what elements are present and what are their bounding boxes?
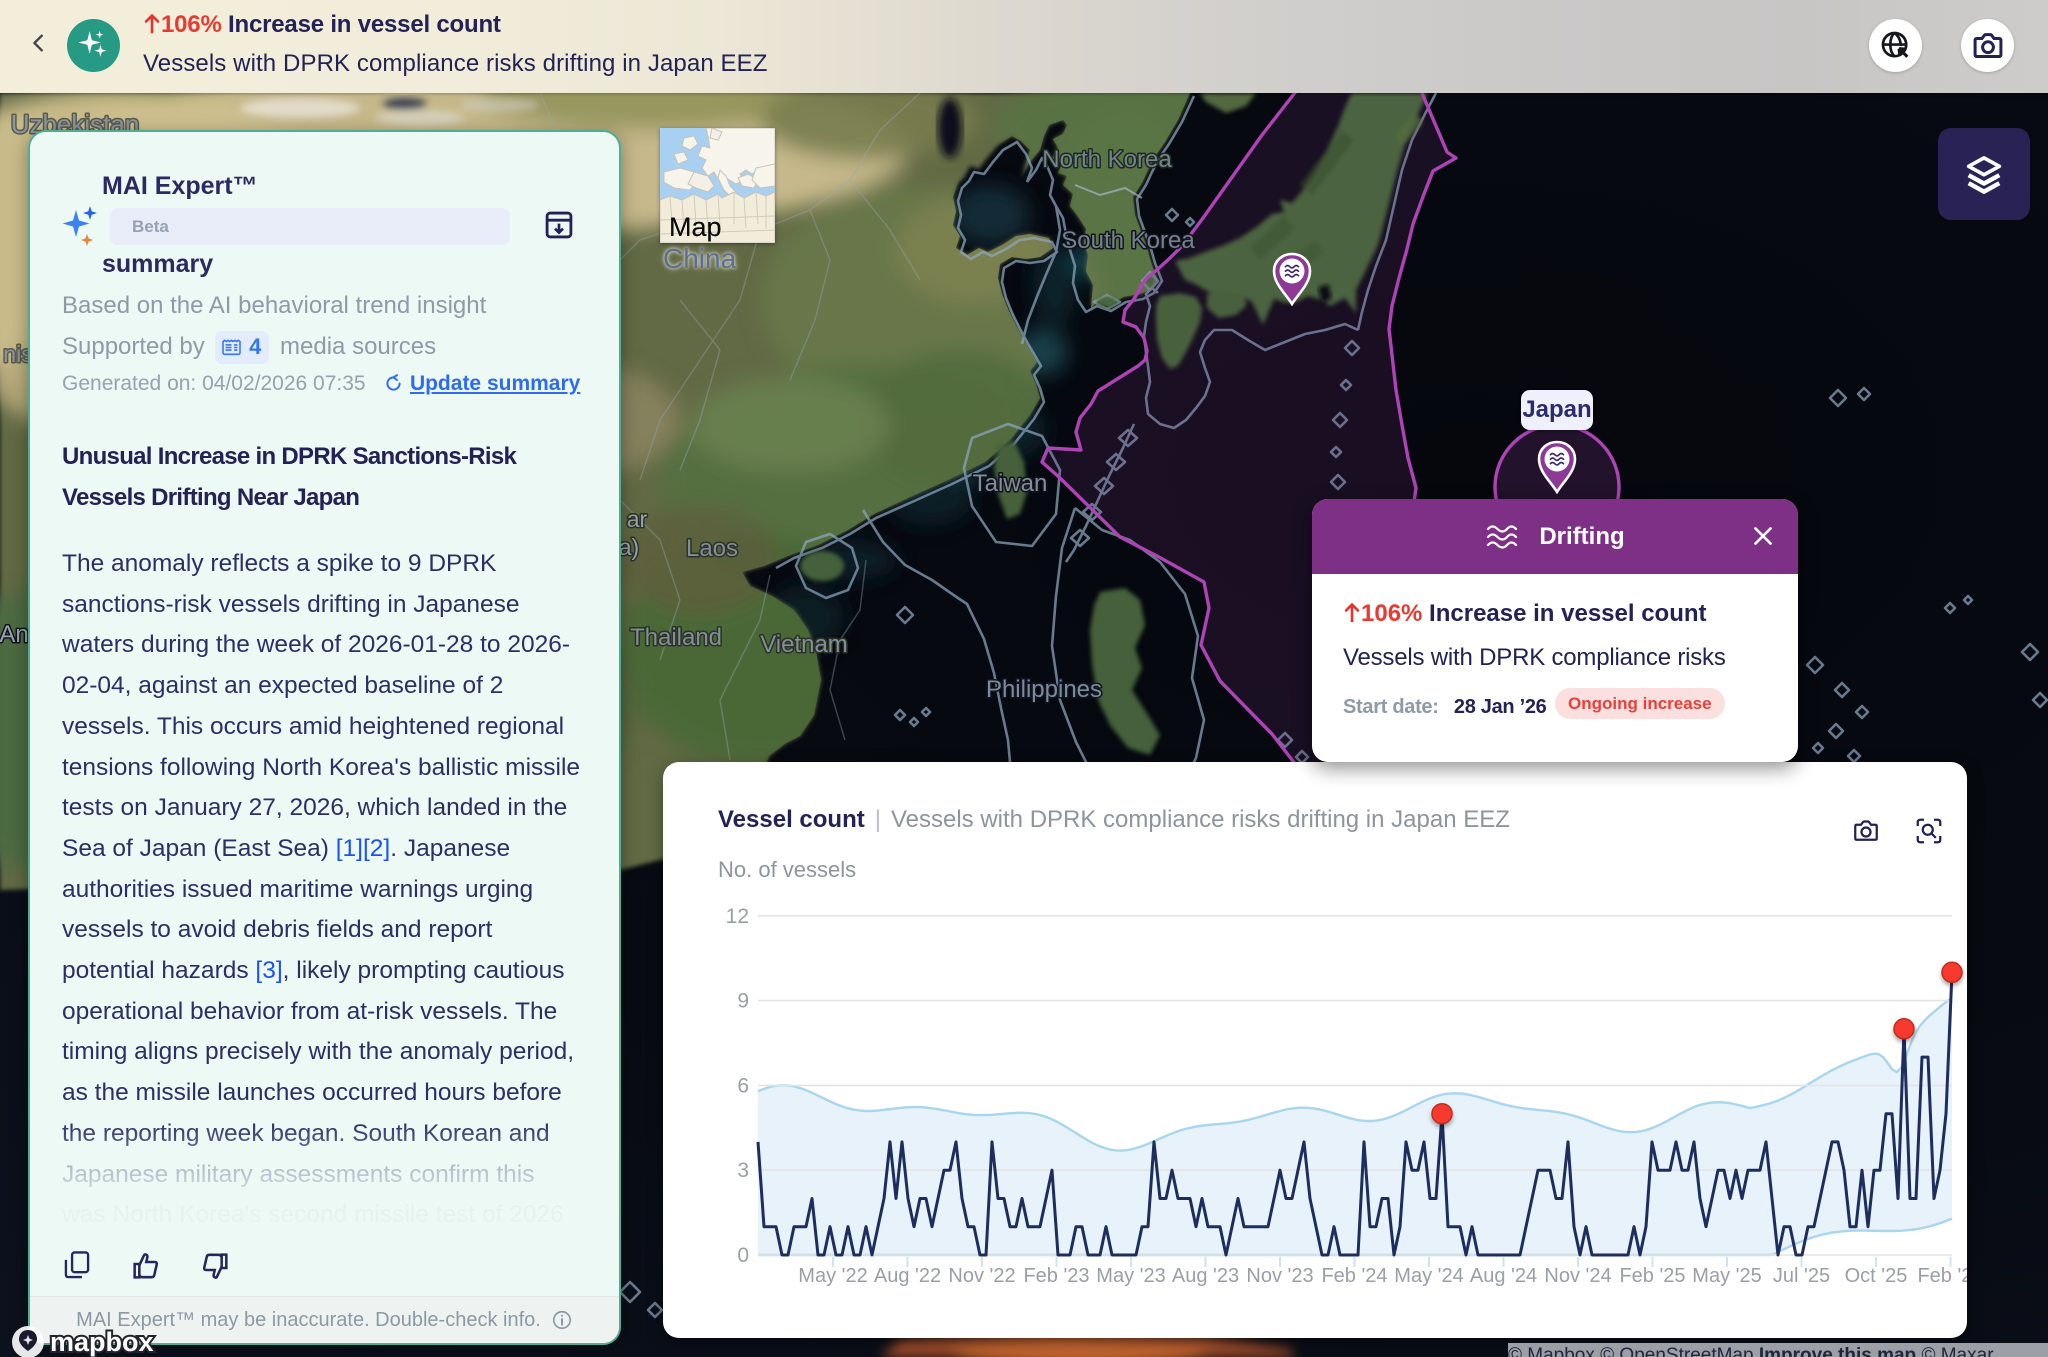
svg-text:May '24: May '24 (1394, 1265, 1463, 1287)
svg-text:mapbox: mapbox (50, 1327, 154, 1357)
svg-text:Feb '24: Feb '24 (1321, 1265, 1387, 1287)
svg-text:12: 12 (726, 905, 749, 928)
svg-text:a): a) (619, 534, 639, 560)
svg-text:May '22: May '22 (798, 1265, 867, 1287)
svg-text:North Korea: North Korea (1042, 146, 1172, 173)
svg-text:Feb '23: Feb '23 (1023, 1265, 1089, 1287)
svg-text:May '25: May '25 (1692, 1265, 1761, 1287)
svg-text:An: An (0, 621, 29, 648)
svg-text:Oct '25: Oct '25 (1845, 1265, 1908, 1287)
svg-text:Aug '24: Aug '24 (1470, 1265, 1537, 1287)
svg-text:ar: ar (627, 506, 648, 532)
svg-text:Thailand: Thailand (630, 624, 722, 651)
svg-text:Feb '26: Feb '26 (1917, 1265, 1967, 1287)
svg-text:Aug '22: Aug '22 (874, 1265, 941, 1287)
svg-text:Nov '22: Nov '22 (948, 1265, 1015, 1287)
svg-text:Philippines: Philippines (986, 676, 1102, 703)
svg-text:Nov '23: Nov '23 (1246, 1265, 1313, 1287)
svg-text:Feb '25: Feb '25 (1619, 1265, 1685, 1287)
svg-text:Jul '25: Jul '25 (1773, 1265, 1830, 1287)
svg-text:Nov '24: Nov '24 (1544, 1265, 1611, 1287)
svg-text:Vietnam: Vietnam (760, 631, 848, 658)
svg-text:South Korea: South Korea (1061, 227, 1195, 254)
svg-text:Taiwan: Taiwan (973, 470, 1048, 497)
svg-text:9: 9 (737, 990, 749, 1013)
svg-text:0: 0 (737, 1244, 749, 1267)
svg-text:Aug '23: Aug '23 (1172, 1265, 1239, 1287)
svg-text:Laos: Laos (686, 535, 738, 562)
svg-text:May '23: May '23 (1096, 1265, 1165, 1287)
svg-text:3: 3 (737, 1159, 749, 1182)
svg-text:6: 6 (737, 1074, 749, 1097)
